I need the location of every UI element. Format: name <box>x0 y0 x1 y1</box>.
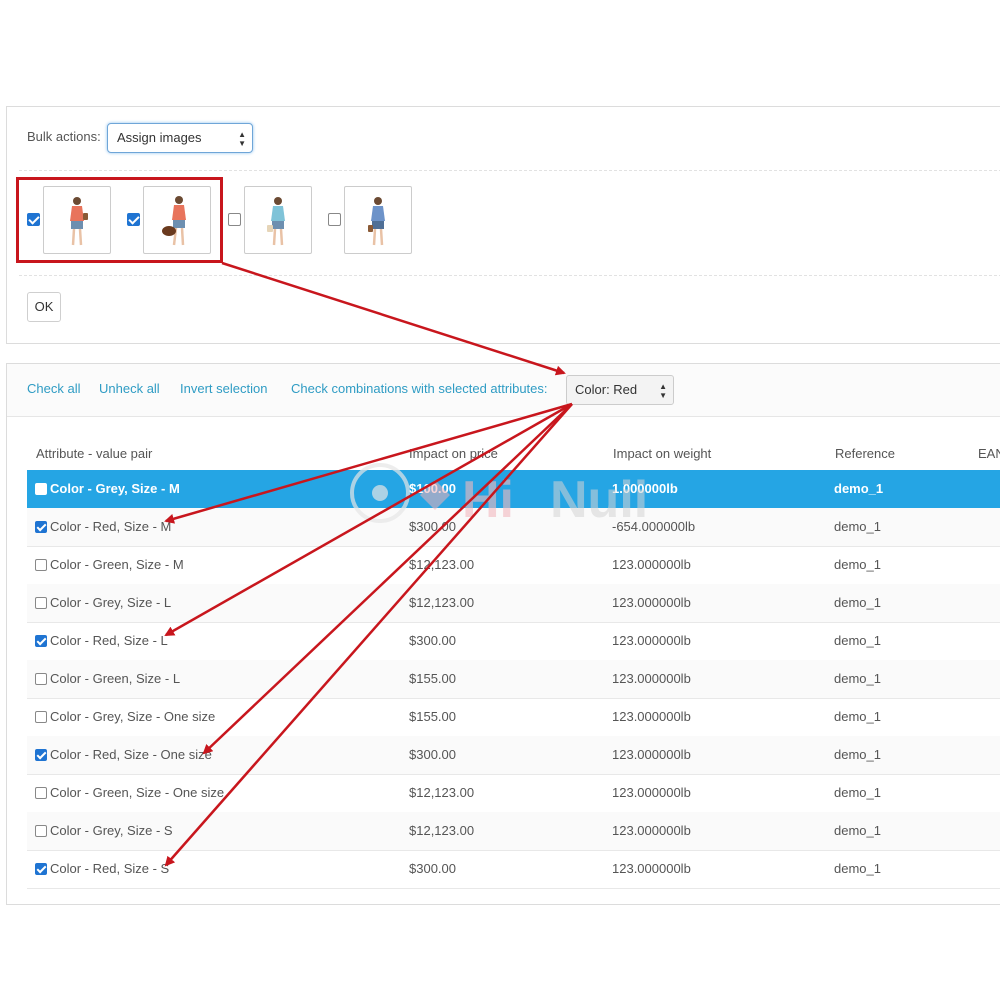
price-impact-cell: $12,123.00 <box>409 785 475 800</box>
bulk-actions-label: Bulk actions: <box>27 129 101 144</box>
bulk-actions-select[interactable]: Assign images ▲ ▼ <box>107 123 253 153</box>
reference-cell: demo_1 <box>834 595 881 610</box>
image-checkbox[interactable] <box>228 213 241 226</box>
weight-impact-cell: 123.000000lb <box>612 671 691 686</box>
annotation-highlight-box <box>16 177 223 263</box>
price-impact-cell: $12,123.00 <box>409 557 475 572</box>
table-row[interactable]: Color - Green, Size - One size $12,123.00… <box>27 774 1000 813</box>
table-row[interactable]: Color - Red, Size - S $300.00 123.000000lb… <box>27 850 1000 889</box>
row-checkbox[interactable] <box>35 521 47 533</box>
product-image-thumbnail[interactable] <box>244 186 312 254</box>
reference-cell: demo_1 <box>834 709 881 724</box>
attribute-value-cell: Color - Green, Size - L <box>50 671 181 686</box>
reference-cell: demo_1 <box>834 785 881 800</box>
invert-selection-link[interactable]: Invert selection <box>180 381 267 396</box>
price-impact-cell: $300.00 <box>409 633 456 648</box>
ok-button[interactable]: OK <box>27 292 61 322</box>
row-checkbox[interactable] <box>35 483 47 495</box>
weight-impact-cell: 123.000000lb <box>612 557 691 572</box>
row-checkbox[interactable] <box>35 863 47 875</box>
reference-cell: demo_1 <box>834 557 881 572</box>
weight-impact-cell: -654.000000lb <box>612 519 696 534</box>
check-combinations-link[interactable]: Check combinations with selected attribu… <box>291 381 548 396</box>
row-checkbox[interactable] <box>35 749 47 761</box>
price-impact-cell: $300.00 <box>409 861 456 876</box>
price-impact-cell: $300.00 <box>409 747 456 762</box>
weight-impact-cell: 123.000000lb <box>612 861 691 876</box>
attribute-filter-value: Color: Red <box>575 382 638 397</box>
reference-cell: demo_1 <box>834 519 881 534</box>
model-figure-icon <box>267 197 285 246</box>
table-row[interactable]: Color - Green, Size - M $12,123.00 123.000… <box>27 546 1000 585</box>
attribute-value-cell: Color - Grey, Size - M <box>50 481 180 496</box>
table-row[interactable]: Color - Grey, Size - L $12,123.00 123.0000… <box>27 584 1000 623</box>
attribute-filter-select[interactable]: Color: Red ▲ ▼ <box>566 375 674 405</box>
divider <box>19 170 1000 171</box>
product-image-thumbnail[interactable] <box>344 186 412 254</box>
column-header-ean[interactable]: EAN <box>978 446 1000 461</box>
weight-impact-cell: 123.000000lb <box>612 633 691 648</box>
attribute-value-cell: Color - Grey, Size - S <box>50 823 173 838</box>
reference-cell: demo_1 <box>834 671 881 686</box>
attribute-value-cell: Color - Red, Size - One size <box>50 747 212 762</box>
weight-impact-cell: 123.000000lb <box>612 709 691 724</box>
table-row[interactable]: Color - Red, Size - L $300.00 123.000000lb… <box>27 622 1000 661</box>
uncheck-all-link[interactable]: Unheck all <box>99 381 160 396</box>
weight-impact-cell: 123.000000lb <box>612 747 691 762</box>
row-checkbox[interactable] <box>35 635 47 647</box>
reference-cell: demo_1 <box>834 633 881 648</box>
model-figure-icon <box>368 197 385 246</box>
table-row[interactable]: Color - Grey, Size - S $12,123.00 123.0000… <box>27 812 1000 851</box>
row-checkbox[interactable] <box>35 787 47 799</box>
weight-impact-cell: 123.000000lb <box>612 785 691 800</box>
row-checkbox[interactable] <box>35 825 47 837</box>
weight-impact-cell: 1.000000lb <box>612 481 678 496</box>
row-checkbox[interactable] <box>35 559 47 571</box>
attribute-value-cell: Color - Red, Size - L <box>50 633 168 648</box>
price-impact-cell: $100.00 <box>409 481 456 496</box>
table-row[interactable]: Color - Green, Size - L $155.00 123.000000… <box>27 660 1000 699</box>
image-checkbox[interactable] <box>328 213 341 226</box>
reference-cell: demo_1 <box>834 481 884 496</box>
table-row[interactable]: Color - Grey, Size - One size $155.00 123.… <box>27 698 1000 737</box>
table-row[interactable]: Color - Red, Size - M $300.00 -654.000000l… <box>27 508 1000 547</box>
reference-cell: demo_1 <box>834 823 881 838</box>
price-impact-cell: $12,123.00 <box>409 595 475 610</box>
price-impact-cell: $12,123.00 <box>409 823 475 838</box>
bulk-actions-selected-value: Assign images <box>117 130 202 145</box>
weight-impact-cell: 123.000000lb <box>612 823 691 838</box>
row-checkbox[interactable] <box>35 673 47 685</box>
check-all-link[interactable]: Check all <box>27 381 80 396</box>
column-header-reference[interactable]: Reference <box>835 446 895 461</box>
divider <box>19 275 1000 276</box>
attribute-value-cell: Color - Green, Size - M <box>50 557 184 572</box>
reference-cell: demo_1 <box>834 747 881 762</box>
select-arrows-icon: ▲ ▼ <box>659 382 667 400</box>
price-impact-cell: $155.00 <box>409 709 456 724</box>
attribute-value-cell: Color - Grey, Size - One size <box>50 709 216 724</box>
row-checkbox[interactable] <box>35 597 47 609</box>
weight-impact-cell: 123.000000lb <box>612 595 691 610</box>
attribute-value-cell: Color - Green, Size - One size <box>50 785 225 800</box>
column-header-price[interactable]: Impact on price <box>409 446 498 461</box>
table-row[interactable]: Color - Red, Size - One size $300.00 123.0… <box>27 736 1000 775</box>
attribute-value-cell: Color - Red, Size - S <box>50 861 170 876</box>
row-checkbox[interactable] <box>35 711 47 723</box>
combinations-panel: Check all Unheck all Invert selection Ch… <box>6 363 1000 905</box>
attribute-value-cell: Color - Red, Size - M <box>50 519 172 534</box>
price-impact-cell: $155.00 <box>409 671 456 686</box>
column-header-weight[interactable]: Impact on weight <box>613 446 711 461</box>
attribute-value-cell: Color - Grey, Size - L <box>50 595 172 610</box>
reference-cell: demo_1 <box>834 861 881 876</box>
selection-toolbar: Check all Unheck all Invert selection Ch… <box>7 364 1000 417</box>
select-arrows-icon: ▲ ▼ <box>238 130 246 148</box>
table-row[interactable]: Color - Grey, Size - M $100.00 1.000000lb d… <box>27 470 1000 509</box>
price-impact-cell: $300.00 <box>409 519 456 534</box>
column-header-attribute[interactable]: Attribute - value pair <box>36 446 152 461</box>
